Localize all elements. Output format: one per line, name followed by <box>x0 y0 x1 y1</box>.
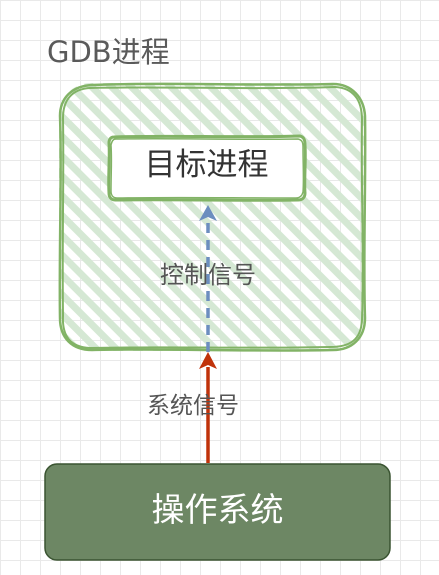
system-signal-label: 系统信号 <box>147 393 239 419</box>
control-signal-label: 控制信号 <box>160 261 256 289</box>
operating-system-label: 操作系统 <box>151 490 284 529</box>
target-process-label: 目标进程 <box>144 147 269 183</box>
gdb-process-title: GDB进程 <box>47 35 170 69</box>
